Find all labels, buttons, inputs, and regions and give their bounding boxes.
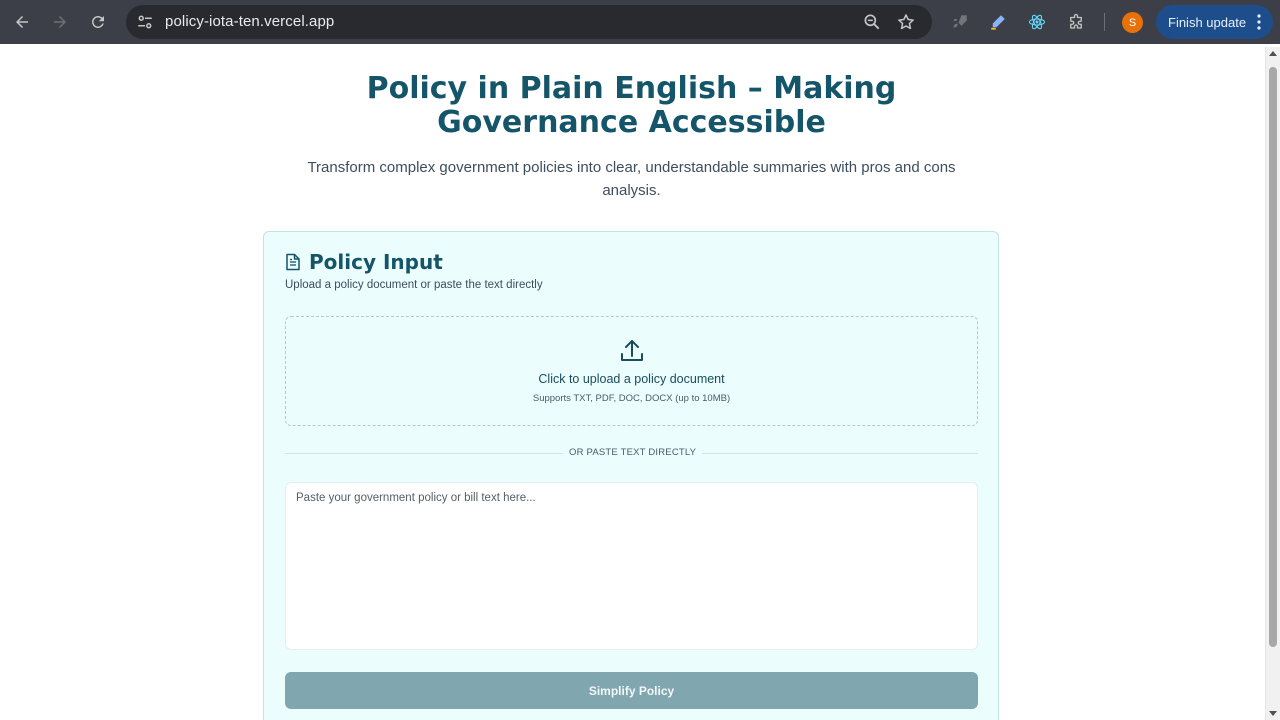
reload-icon [91,15,104,28]
pen-icon [991,15,1005,30]
card-title: Policy Input [309,250,443,274]
address-bar[interactable]: policy-iota-ten.vercel.app [126,5,932,39]
puzzle-icon [1070,13,1082,29]
react-extension[interactable] [1026,11,1048,33]
forward-button[interactable] [46,8,74,36]
card-header: Policy Input [285,248,443,276]
policy-text-input[interactable] [285,482,978,650]
finish-update-label: Finish update [1168,14,1247,30]
toolbar-divider [1104,13,1105,31]
page-subtitle: Transform complex government policies in… [307,159,956,199]
star-icon[interactable] [896,12,916,32]
upload-title: Click to upload a policy document [538,372,725,386]
page-scrollbar[interactable] [1265,47,1280,720]
scrollbar-thumb[interactable] [1269,67,1277,647]
kebab-menu-icon [1257,14,1261,30]
react-icon [1028,14,1046,30]
scroll-up-arrow-icon[interactable] [1269,51,1277,56]
separator-label: OR PASTE TEXT DIRECTLY [563,447,703,458]
page-title-line1: Policy in Plain English – Making [366,71,897,106]
page-title: Policy in Plain English – Making Governa… [0,72,1263,140]
url-text[interactable]: policy-iota-ten.vercel.app [165,13,334,30]
upload-supported-formats: Supports TXT, PDF, DOC, DOCX (up to 10MB… [532,393,731,404]
finish-update-button[interactable]: Finish update [1156,5,1273,39]
reload-button[interactable] [84,8,112,36]
pen-extension[interactable] [987,11,1009,33]
simplify-policy-button[interactable]: Simplify Policy [285,672,978,709]
extensions-button[interactable] [1065,11,1087,33]
forward-arrow-icon [54,16,66,28]
page-viewport: Policy in Plain English – Making Governa… [0,47,1265,720]
upload-dropzone[interactable]: Click to upload a policy document Suppor… [285,316,978,426]
page-title-line2: Governance Accessible [437,105,826,140]
browser-toolbar: policy-iota-ten.vercel.app S Finish upda… [0,0,1280,44]
back-button[interactable] [8,8,36,36]
scroll-down-arrow-icon[interactable] [1269,711,1277,716]
policy-input-card: Policy Input Upload a policy document or… [263,231,999,720]
back-arrow-icon [16,16,28,28]
zoom-icon[interactable] [862,12,882,32]
rocket-extension[interactable] [949,11,971,33]
upload-icon [621,340,643,361]
document-icon [286,253,300,271]
profile-avatar[interactable]: S [1122,12,1143,33]
tune-icon[interactable] [136,13,154,31]
card-description: Upload a policy document or paste the te… [285,279,543,291]
rocket-icon [953,15,967,28]
